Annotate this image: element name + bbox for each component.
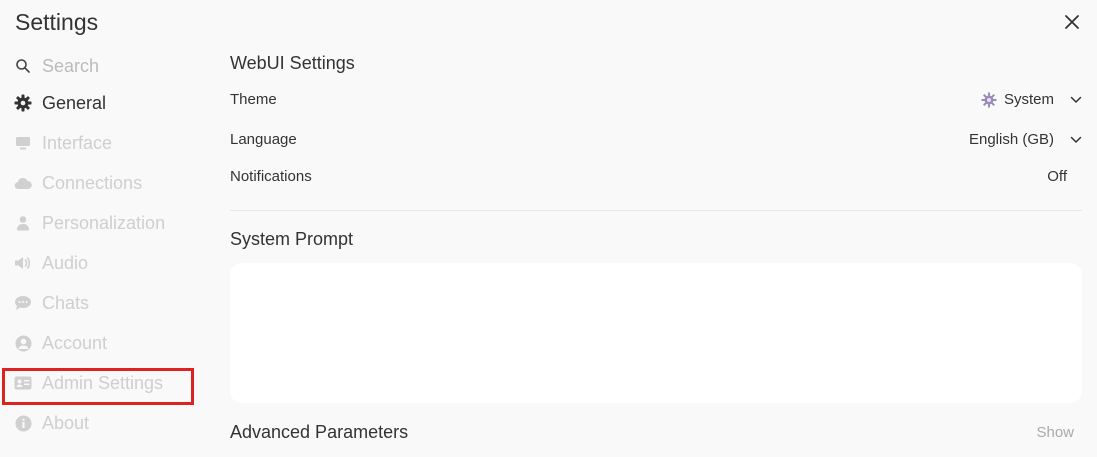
sidebar-search[interactable]: Search [14,50,194,82]
webui-settings-heading: WebUI Settings [230,53,355,73]
settings-content: WebUI Settings Theme System Language Eng… [230,0,1082,457]
id-card-icon [14,374,32,392]
theme-select[interactable]: System [981,91,1082,108]
user-icon [14,214,32,232]
sidebar-item-about[interactable]: About [14,407,194,439]
chevron-down-icon [1070,96,1082,104]
speaker-icon [14,254,32,272]
system-prompt-textarea[interactable] [230,263,1082,403]
sidebar-item-chats[interactable]: Chats [14,287,194,319]
notifications-label: Notifications [230,168,312,185]
chat-bubble-icon [14,294,32,312]
search-icon [14,57,32,75]
sidebar-item-account[interactable]: Account [14,327,194,359]
sidebar-item-label: Interface [42,132,113,153]
monitor-icon [14,134,32,152]
sidebar-item-admin-settings[interactable]: Admin Settings [14,367,194,399]
theme-label: Theme [230,91,277,108]
theme-value: System [1003,91,1054,108]
advanced-parameters-show-button[interactable]: Show [1036,424,1074,441]
sidebar-item-connections[interactable]: Connections [14,167,194,199]
sidebar-item-label: Account [42,332,108,353]
system-prompt-heading: System Prompt [230,229,354,249]
notifications-value: Off [1047,168,1067,185]
sidebar-item-label: General [42,92,107,113]
language-label: Language [230,131,297,148]
cloud-icon [14,174,32,192]
section-divider [230,210,1082,211]
sidebar-item-label: Connections [42,172,143,193]
notifications-toggle[interactable]: Off [1047,168,1067,185]
sidebar-item-label: Chats [42,292,90,313]
sidebar-item-personalization[interactable]: Personalization [14,207,194,239]
language-select[interactable]: English (GB) [969,131,1082,148]
sidebar-item-label: About [42,412,90,433]
settings-modal: Settings Search General Interface Connec… [0,0,1097,457]
chevron-down-icon [1070,136,1082,144]
settings-title: Settings [15,9,99,35]
sidebar-item-label: Audio [42,252,89,273]
system-theme-icon [981,92,997,108]
account-circle-icon [14,334,32,352]
sidebar-item-label: Admin Settings [42,372,164,393]
advanced-parameters-heading: Advanced Parameters [230,422,409,442]
sidebar-search-input[interactable]: Search [42,56,99,77]
sidebar-item-interface[interactable]: Interface [14,127,194,159]
gear-icon [14,94,32,112]
sidebar-item-general[interactable]: General [14,87,194,119]
sidebar-item-audio[interactable]: Audio [14,247,194,279]
language-value: English (GB) [968,131,1054,148]
info-icon [14,414,32,432]
sidebar-item-label: Personalization [42,212,166,233]
